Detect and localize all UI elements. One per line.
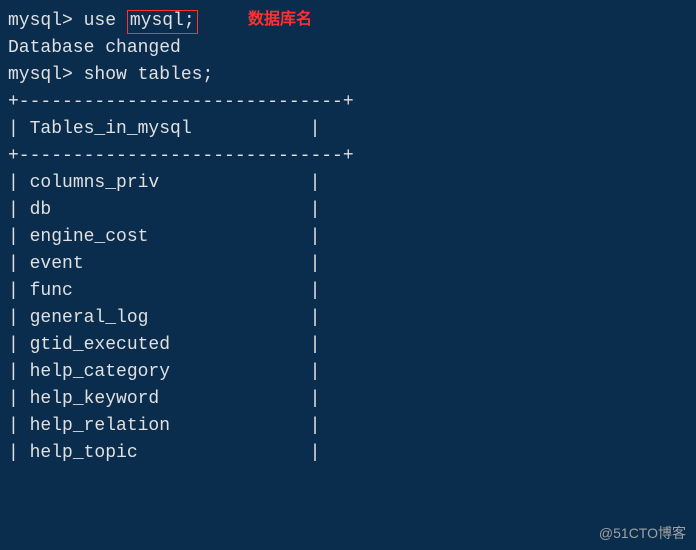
table-border-top: +------------------------------+ xyxy=(8,89,696,116)
watermark: @51CTO博客 xyxy=(599,523,686,544)
prompt: mysql> xyxy=(8,11,73,31)
table-row: | help_relation| xyxy=(8,413,696,440)
table-row: | columns_priv| xyxy=(8,170,696,197)
table-header-row: | Tables_in_mysql| xyxy=(8,116,696,143)
table-row: | gtid_executed| xyxy=(8,332,696,359)
prompt: mysql> xyxy=(8,65,73,85)
table-row: | help_category| xyxy=(8,359,696,386)
terminal-line-show: mysql> show tables; xyxy=(8,62,696,89)
table-header: Tables_in_mysql xyxy=(30,116,310,143)
table-row: | general_log| xyxy=(8,305,696,332)
annotation-db-name: 数据库名 xyxy=(248,8,312,32)
table-row: | help_topic| xyxy=(8,440,696,467)
table-row: | func| xyxy=(8,278,696,305)
table-row: | engine_cost| xyxy=(8,224,696,251)
table-row: | help_keyword| xyxy=(8,386,696,413)
table-border-mid: +------------------------------+ xyxy=(8,143,696,170)
cmd-use-text: use xyxy=(84,11,127,31)
terminal-line-response: Database changed xyxy=(8,35,696,62)
cmd-use-highlighted: mysql; xyxy=(127,10,198,34)
table-row: | db| xyxy=(8,197,696,224)
cmd-show: show tables; xyxy=(84,65,214,85)
table-row: | event| xyxy=(8,251,696,278)
terminal-line-use: mysql> use mysql; 数据库名 xyxy=(8,8,696,35)
